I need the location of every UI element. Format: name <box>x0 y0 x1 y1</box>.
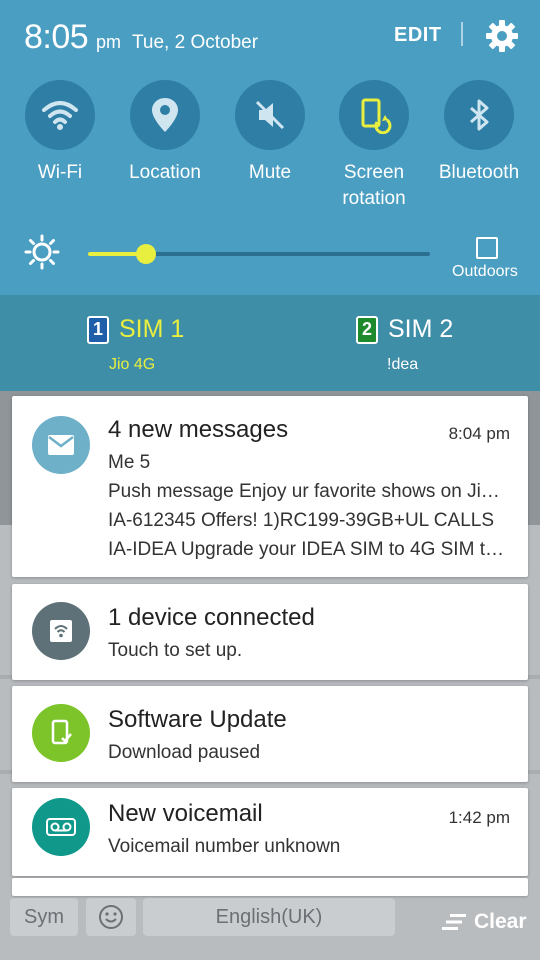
toggle-label: Mute <box>248 162 292 183</box>
space-key: English(UK) <box>143 898 395 936</box>
toggle-label: Screen rotation <box>342 162 406 209</box>
outdoors-label: Outdoors <box>452 263 518 280</box>
status-time: 8:05 <box>24 18 89 56</box>
notification-software-update[interactable]: Software Update Download paused <box>12 686 528 782</box>
toggle-circle <box>25 80 95 150</box>
notification-avatar <box>32 798 90 856</box>
notification-title: 1 device connected <box>108 604 315 631</box>
software-update-icon <box>51 719 72 745</box>
toggle-circle <box>130 80 200 150</box>
clear-all-button[interactable]: Clear <box>442 910 527 934</box>
outdoors-checkbox[interactable] <box>476 237 498 259</box>
notification-time: 8:04 pm <box>448 424 510 443</box>
quick-panel: 8:05 pm Tue, 2 October EDIT Wi-Fi Locati… <box>0 0 540 295</box>
emoji-key <box>86 898 136 936</box>
notification-avatar <box>32 602 90 660</box>
notification-partial <box>12 878 528 896</box>
brightness-icon <box>24 234 60 270</box>
notification-title: 4 new messages <box>108 416 289 443</box>
toggle-circle <box>444 80 514 150</box>
mute-icon <box>255 100 285 130</box>
notification-messages[interactable]: 4 new messages 8:04 pm Me 5 Push message… <box>12 396 528 577</box>
toggle-circle <box>339 80 409 150</box>
wifi-icon <box>42 101 78 130</box>
notification-line: IA-IDEA Upgrade your IDEA SIM to 4G SIM … <box>108 539 508 560</box>
clear-all-label: Clear <box>474 910 527 933</box>
notification-line: Download paused <box>108 742 261 763</box>
sim-selector-bar: 1 SIM 1 Jio 4G 2 SIM 2 !dea <box>0 295 540 391</box>
sim-2-button[interactable]: 2 SIM 2 <box>356 315 453 344</box>
notification-avatar <box>32 704 90 762</box>
hotspot-device-icon <box>50 620 72 642</box>
bluetooth-icon <box>470 99 489 131</box>
notification-line: Touch to set up. <box>108 640 243 661</box>
clear-all-icon <box>442 914 466 930</box>
status-date: Tue, 2 October <box>132 32 259 53</box>
notification-line: Push message Enjoy ur favorite shows on … <box>108 481 508 502</box>
notification-title: New voicemail <box>108 800 263 827</box>
sim-1-button[interactable]: 1 SIM 1 <box>87 315 184 344</box>
emoji-icon <box>99 905 123 929</box>
brightness-slider-thumb[interactable] <box>136 244 157 264</box>
toggle-label: Bluetooth <box>438 162 520 183</box>
notification-avatar <box>32 416 90 474</box>
location-pin-icon <box>152 98 178 132</box>
sim-number-badge: 2 <box>356 315 378 344</box>
notification-line: Me 5 <box>108 452 151 473</box>
toggle-bluetooth[interactable]: Bluetooth <box>427 80 531 186</box>
edit-button[interactable]: EDIT <box>394 24 442 47</box>
toggle-location[interactable]: Location <box>113 80 217 186</box>
notification-line: IA-612345 Offers! 1)RC199-39GB+UL CALLS <box>108 510 495 531</box>
notification-device-connected[interactable]: 1 device connected Touch to set up. <box>12 584 528 680</box>
toggle-mute[interactable]: Mute <box>218 80 322 186</box>
notification-voicemail[interactable]: New voicemail 1:42 pm Voicemail number u… <box>12 788 528 876</box>
notification-title: Software Update <box>108 706 287 733</box>
screen-rotation-icon <box>361 98 392 134</box>
sim-carrier: Jio 4G <box>109 356 156 373</box>
status-ampm: pm <box>96 32 122 52</box>
toggle-wifi[interactable]: Wi-Fi <box>8 80 112 186</box>
toggle-circle <box>235 80 305 150</box>
message-envelope-icon <box>48 435 74 455</box>
voicemail-icon <box>46 818 76 836</box>
notification-time: 1:42 pm <box>448 808 510 827</box>
header-divider <box>461 22 463 46</box>
sim-name: SIM 2 <box>388 315 454 343</box>
toggle-screen-rotation[interactable]: Screen rotation <box>322 80 426 212</box>
sim-number-badge: 1 <box>87 315 109 344</box>
toggle-label: Location <box>129 162 201 183</box>
sim-carrier: !dea <box>387 356 419 373</box>
toggle-label: Wi-Fi <box>37 162 83 183</box>
sim-name: SIM 1 <box>119 315 185 343</box>
sym-key: Sym <box>10 898 78 936</box>
settings-gear-icon[interactable] <box>484 18 520 54</box>
notification-line: Voicemail number unknown <box>108 836 341 857</box>
